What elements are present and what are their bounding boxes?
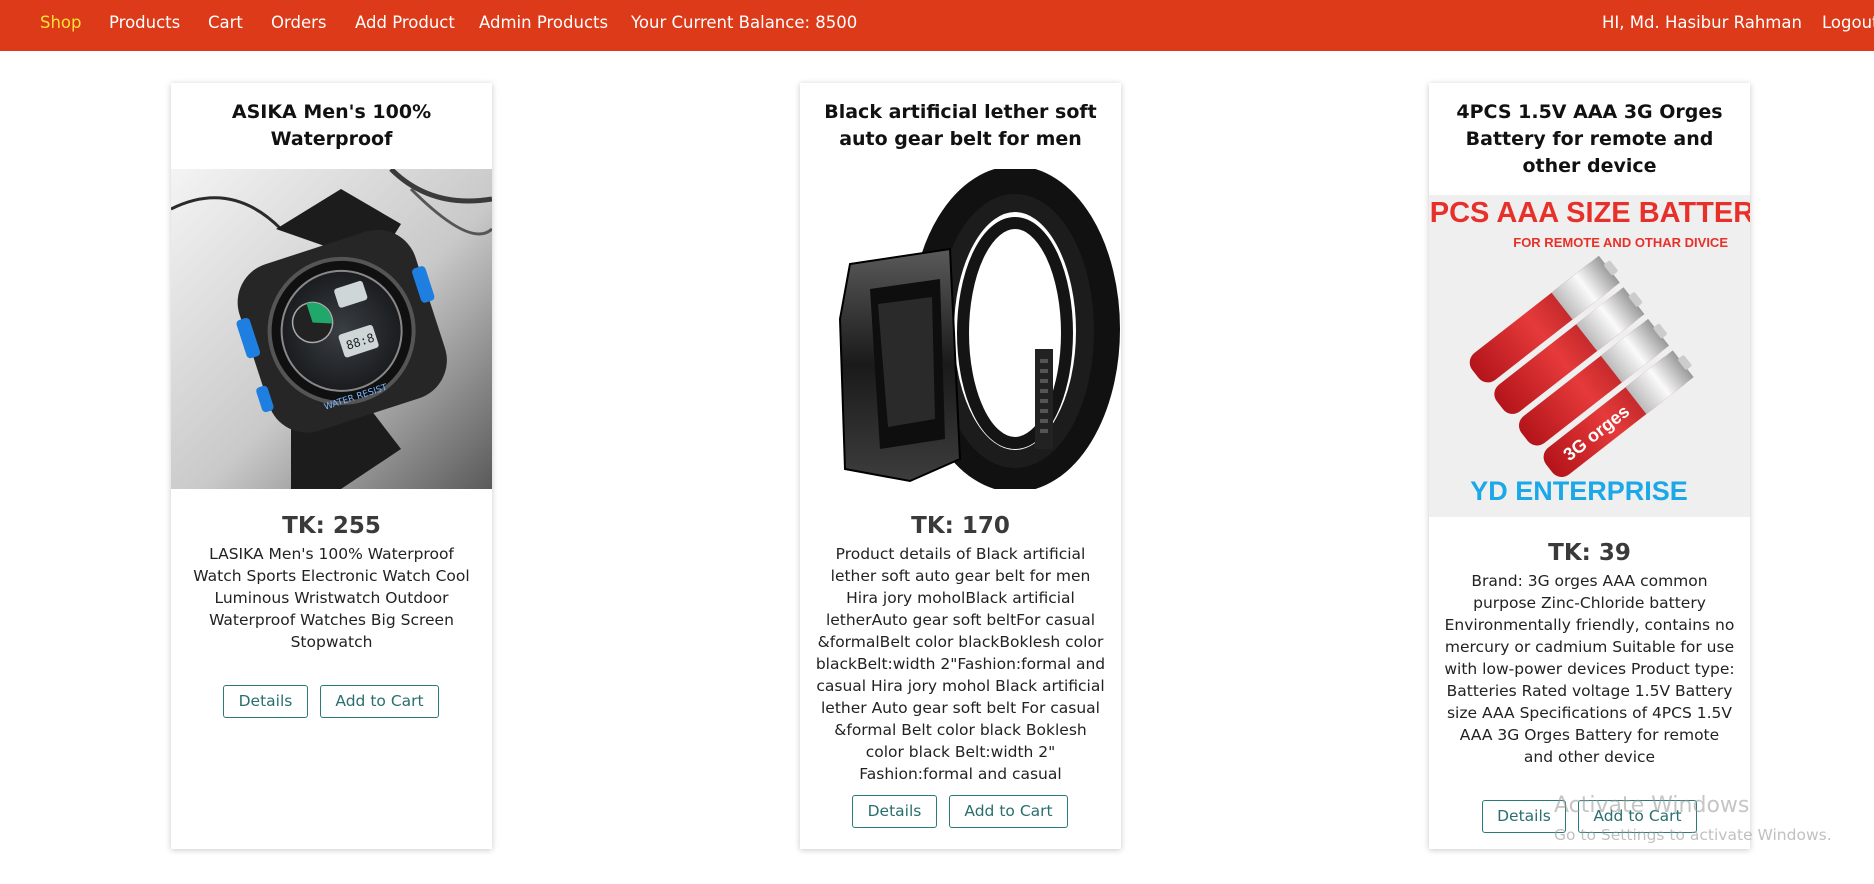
add-to-cart-button[interactable]: Add to Cart <box>949 795 1068 828</box>
navbar: Shop Products Cart Orders Add Product Ad… <box>0 0 1874 51</box>
belt-illustration <box>800 169 1121 489</box>
nav-orders[interactable]: Orders <box>271 0 327 51</box>
product-price: TK: 39 <box>1548 540 1631 566</box>
activate-windows-watermark: Activate Windows <box>1554 793 1750 818</box>
product-card: 4PCS 1.5V AAA 3G Orges Battery for remot… <box>1429 83 1750 849</box>
battery-image-headline: 4 PCS AAA SIZE BATTERY <box>1429 197 1750 229</box>
battery-illustration: 4 PCS AAA SIZE BATTERY FOR REMOTE AND OT… <box>1429 195 1750 517</box>
product-price: TK: 255 <box>282 513 381 539</box>
battery-image-subline: FOR REMOTE AND OTHAR DIVICE <box>1513 235 1728 250</box>
product-title: ASIKA Men's 100% Waterproof <box>231 101 432 150</box>
details-button[interactable]: Details <box>223 685 308 718</box>
wristwatch-illustration: 88:8 WATER RESIST <box>171 169 492 489</box>
wristwatch-image: 88:8 WATER RESIST <box>171 169 492 489</box>
nav-admin-products[interactable]: Admin Products <box>479 0 608 51</box>
logout-link[interactable]: Logout <box>1822 0 1874 51</box>
battery-image-footer: YD ENTERPRISE <box>1470 476 1688 506</box>
product-title: 4PCS 1.5V AAA 3G Orges Battery for remot… <box>1456 101 1723 177</box>
product-card: ASIKA Men's 100% Waterproof 88:8 WATER R… <box>171 83 492 849</box>
product-description: Brand: 3G orges AAA common purpose Zinc-… <box>1444 572 1735 766</box>
product-card: Black artificial lether soft auto gear b… <box>800 83 1121 849</box>
nav-add-product[interactable]: Add Product <box>355 0 455 51</box>
battery-image: 4 PCS AAA SIZE BATTERY FOR REMOTE AND OT… <box>1429 195 1750 517</box>
belt-image <box>800 169 1121 489</box>
nav-products[interactable]: Products <box>109 0 180 51</box>
nav-cart[interactable]: Cart <box>208 0 243 51</box>
product-description: LASIKA Men's 100% Waterproof Watch Sport… <box>193 545 470 651</box>
product-description: Product details of Black artificial leth… <box>815 545 1106 783</box>
details-button[interactable]: Details <box>852 795 937 828</box>
balance-display: Your Current Balance: 8500 <box>631 13 858 32</box>
product-title: Black artificial lether soft auto gear b… <box>824 101 1097 150</box>
activate-windows-subtext: Go to Settings to activate Windows. <box>1554 826 1832 844</box>
add-to-cart-button[interactable]: Add to Cart <box>320 685 439 718</box>
nav-shop[interactable]: Shop <box>40 0 82 51</box>
user-greeting: HI, Md. Hasibur Rahman <box>1602 13 1802 32</box>
product-price: TK: 170 <box>911 513 1010 539</box>
